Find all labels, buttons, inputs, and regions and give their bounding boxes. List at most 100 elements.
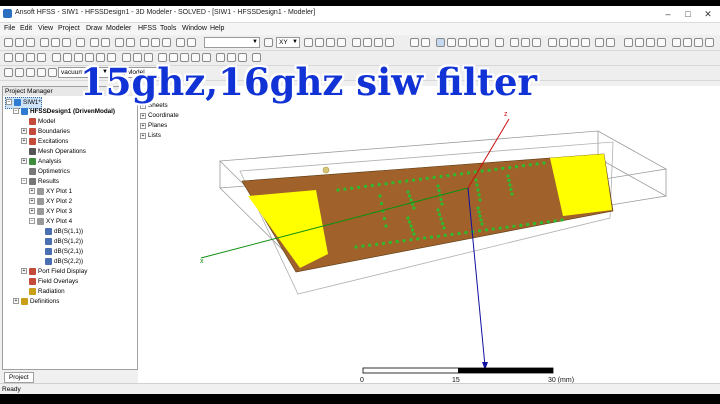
- plane-combo[interactable]: XY ▼: [276, 37, 300, 48]
- tree-planes[interactable]: + Planes: [140, 121, 167, 131]
- menu-file[interactable]: File: [4, 25, 15, 32]
- menu-window[interactable]: Window: [182, 25, 207, 32]
- polyline-icon[interactable]: [657, 38, 666, 47]
- menu-modeler[interactable]: Modeler: [106, 25, 131, 32]
- menu-edit[interactable]: Edit: [20, 25, 32, 32]
- pan-icon[interactable]: [126, 38, 135, 47]
- arc-icon[interactable]: [635, 38, 644, 47]
- 3d-icon[interactable]: [304, 38, 313, 47]
- select-objects-icon[interactable]: [4, 68, 13, 77]
- expander-icon[interactable]: +: [21, 138, 27, 145]
- menu-view[interactable]: View: [38, 25, 53, 32]
- tree-item[interactable]: − HFSSDesign1 (DrivenModal): [13, 107, 115, 117]
- tree-item[interactable]: dB(S(2,1)): [37, 247, 83, 257]
- modeler-canvas[interactable]: z x 0 15 30 (mm): [138, 86, 720, 384]
- tree-item[interactable]: + Excitations: [21, 137, 68, 147]
- select-faces-icon[interactable]: [15, 68, 24, 77]
- segment-icon[interactable]: [705, 38, 714, 47]
- copy-icon[interactable]: [51, 38, 60, 47]
- paste-icon[interactable]: [62, 38, 71, 47]
- tree-item[interactable]: dB(S(2,2)): [37, 257, 83, 267]
- open-icon[interactable]: [15, 38, 24, 47]
- tree-item[interactable]: + Definitions: [13, 297, 59, 307]
- circle-icon[interactable]: [15, 53, 24, 62]
- tree-item[interactable]: + Analysis: [21, 157, 61, 167]
- menu-help[interactable]: Help: [210, 25, 224, 32]
- tree-item[interactable]: dB(S(1,1)): [37, 227, 83, 237]
- cylinder-icon[interactable]: [363, 38, 372, 47]
- spline-icon[interactable]: [646, 38, 655, 47]
- zoom-out-icon[interactable]: [469, 38, 478, 47]
- zoom-in-icon[interactable]: [458, 38, 467, 47]
- select-icon[interactable]: [115, 38, 124, 47]
- report-icon[interactable]: [187, 38, 196, 47]
- box-draw-icon[interactable]: [52, 53, 61, 62]
- wireframe-icon[interactable]: [521, 38, 530, 47]
- expander-icon[interactable]: +: [21, 128, 27, 135]
- shading-icon[interactable]: [510, 38, 519, 47]
- ruler-icon[interactable]: [606, 38, 615, 47]
- menu-project[interactable]: Project: [58, 25, 80, 32]
- cut-icon[interactable]: [40, 38, 49, 47]
- tree-item[interactable]: + Port Field Display: [21, 267, 87, 277]
- equation-curve-icon[interactable]: [672, 38, 681, 47]
- box-icon[interactable]: [352, 38, 361, 47]
- tree-item[interactable]: + XY Plot 3: [29, 207, 72, 217]
- rotate-view-icon[interactable]: [421, 38, 430, 47]
- rectangle-icon[interactable]: [4, 53, 13, 62]
- object-select-icon[interactable]: [581, 38, 590, 47]
- undo-icon[interactable]: [90, 38, 99, 47]
- menu-hfss[interactable]: HFSS: [138, 25, 157, 32]
- polygon-icon[interactable]: [37, 53, 46, 62]
- tree-item[interactable]: Field Overlays: [21, 277, 78, 287]
- expander-icon[interactable]: +: [29, 188, 35, 195]
- ellipse-icon[interactable]: [26, 53, 35, 62]
- tree-item[interactable]: Radiation: [21, 287, 65, 297]
- object-combo[interactable]: ▼: [204, 37, 260, 48]
- tree-item[interactable]: dB(S(1,2)): [37, 237, 83, 247]
- tree-item[interactable]: Model: [21, 117, 55, 127]
- tree-lists[interactable]: + Lists: [140, 131, 161, 141]
- delete-icon[interactable]: [76, 38, 85, 47]
- fit-selection-icon[interactable]: [495, 38, 504, 47]
- menu-tools[interactable]: Tools: [160, 25, 176, 32]
- expander-icon[interactable]: −: [6, 99, 12, 106]
- walk-icon[interactable]: [447, 38, 456, 47]
- measure-icon[interactable]: [595, 38, 604, 47]
- hand-icon[interactable]: [410, 38, 419, 47]
- face-select-icon[interactable]: [548, 38, 557, 47]
- rotate-icon[interactable]: [315, 38, 324, 47]
- cylinder-draw-icon[interactable]: [63, 53, 72, 62]
- expander-icon[interactable]: −: [21, 178, 27, 185]
- expander-icon[interactable]: +: [21, 268, 27, 275]
- analyze-icon[interactable]: [151, 38, 160, 47]
- select-vertices-icon[interactable]: [37, 68, 46, 77]
- redo-icon[interactable]: [101, 38, 110, 47]
- project-tab[interactable]: Project: [4, 372, 34, 383]
- spiral-icon[interactable]: [694, 38, 703, 47]
- zoom-icon[interactable]: [326, 38, 335, 47]
- save-icon[interactable]: [26, 38, 35, 47]
- select-edges-icon[interactable]: [26, 68, 35, 77]
- 3d-model-view[interactable]: z x 0 15 30 (mm): [138, 86, 720, 384]
- edge-select-icon[interactable]: [559, 38, 568, 47]
- tree-item[interactable]: Mesh Operations: [21, 147, 86, 157]
- expander-icon[interactable]: +: [29, 198, 35, 205]
- expander-icon[interactable]: +: [13, 298, 19, 305]
- tree-item[interactable]: − XY Plot 4: [29, 217, 72, 227]
- field-icon[interactable]: [176, 38, 185, 47]
- line-icon[interactable]: [624, 38, 633, 47]
- tree-item[interactable]: Optimetrics: [21, 167, 70, 177]
- grid-icon[interactable]: [264, 38, 273, 47]
- minimize-button[interactable]: –: [658, 6, 678, 22]
- tree-coordinate[interactable]: + Coordinate: [140, 111, 179, 121]
- results-icon[interactable]: [162, 38, 171, 47]
- validate-icon[interactable]: [140, 38, 149, 47]
- material-icon[interactable]: [48, 68, 57, 77]
- sphere-icon[interactable]: [374, 38, 383, 47]
- view-icon[interactable]: [532, 38, 541, 47]
- close-button[interactable]: ✕: [698, 6, 718, 22]
- fit-all-icon[interactable]: [480, 38, 489, 47]
- cone-icon[interactable]: [385, 38, 394, 47]
- tree-item[interactable]: + Boundaries: [21, 127, 70, 137]
